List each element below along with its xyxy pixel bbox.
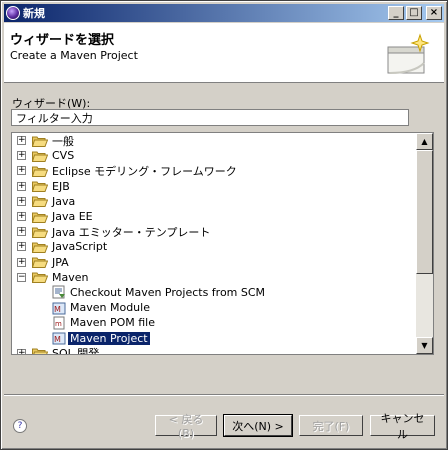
- tree-scrollbar[interactable]: ▲ ▼: [416, 133, 433, 354]
- scroll-up-button[interactable]: ▲: [416, 133, 433, 150]
- tree-item-label: 一般: [52, 134, 74, 148]
- tree-item-label-selected: Maven Project: [68, 331, 150, 345]
- expand-toggle[interactable]: +: [17, 166, 26, 176]
- tree-item[interactable]: + JavaScript: [12, 239, 416, 254]
- svg-text:M: M: [54, 335, 61, 344]
- tree-item[interactable]: M Maven Module: [12, 300, 416, 315]
- folder-icon: [31, 226, 49, 238]
- tree-item[interactable]: Checkout Maven Projects from SCM: [12, 285, 416, 300]
- wizard-icon: [387, 33, 430, 74]
- tree-item[interactable]: M Maven Project: [12, 330, 416, 345]
- tree-item-label: JPA: [52, 255, 69, 269]
- wizard-window: 新規 _ □ × ウィザードを選択 Create a Maven Project…: [0, 0, 448, 450]
- expand-toggle[interactable]: +: [17, 136, 26, 146]
- tree-item-label: CVS: [52, 149, 75, 163]
- eclipse-icon: [6, 6, 20, 20]
- tree-item[interactable]: − Maven: [12, 270, 416, 285]
- tree-item-label: SQL 開発: [52, 347, 100, 355]
- expand-toggle[interactable]: +: [17, 242, 26, 252]
- tree-item[interactable]: + EJB: [12, 179, 416, 194]
- folder-icon: [32, 347, 49, 354]
- folder-icon: [31, 211, 49, 223]
- svg-text:m: m: [55, 320, 62, 328]
- tree-item[interactable]: + SQL 開発: [12, 346, 416, 355]
- tree-item-label: Checkout Maven Projects from SCM: [70, 285, 266, 299]
- tree-item-label: Maven POM file: [70, 316, 156, 330]
- filter-input[interactable]: [11, 109, 409, 126]
- folder-icon: [31, 195, 49, 208]
- collapse-toggle[interactable]: −: [17, 272, 26, 282]
- scroll-down-button[interactable]: ▼: [416, 337, 433, 354]
- tree-item[interactable]: + CVS: [12, 148, 416, 163]
- folder-icon: [31, 271, 49, 284]
- tree-item-label: Maven Module: [70, 301, 150, 315]
- back-button[interactable]: < 戻る(B): [155, 413, 217, 440]
- tree-item[interactable]: + Eclipse モデリング・フレームワーク: [12, 163, 416, 178]
- tree-item[interactable]: + JPA: [12, 255, 416, 270]
- svg-text:M: M: [54, 305, 61, 314]
- folder-icon: [31, 241, 49, 253]
- tree-item-label: EJB: [52, 179, 70, 193]
- tree-item[interactable]: + Java エミッター・テンプレート: [12, 224, 416, 239]
- tree-item[interactable]: + Java: [12, 194, 416, 209]
- checkout-icon: [52, 285, 66, 299]
- tree-item-label: Java: [52, 194, 76, 208]
- banner-title: ウィザードを選択: [10, 33, 115, 48]
- button-separator: [4, 394, 444, 396]
- tree-item-label: JavaScript: [52, 240, 108, 254]
- folder-icon: [31, 256, 49, 269]
- tree-item[interactable]: m Maven POM file: [12, 315, 416, 330]
- tree-item-label: Java エミッター・テンプレート: [52, 225, 211, 239]
- expand-toggle[interactable]: +: [17, 227, 26, 237]
- next-button[interactable]: 次へ(N) >: [223, 414, 293, 437]
- expand-toggle[interactable]: +: [17, 181, 26, 191]
- folder-icon: [31, 165, 49, 177]
- maximize-button[interactable]: □: [406, 6, 422, 20]
- title-bar[interactable]: 新規 _ □ ×: [4, 4, 444, 22]
- help-icon[interactable]: ?: [13, 419, 27, 433]
- pom-file-icon: m: [52, 316, 66, 330]
- banner-subtitle: Create a Maven Project: [10, 49, 138, 62]
- maven-project-icon: M: [52, 331, 66, 345]
- wizard-banner: ウィザードを選択 Create a Maven Project: [4, 23, 444, 83]
- expand-toggle[interactable]: +: [17, 196, 26, 206]
- window-title: 新規: [23, 7, 45, 20]
- finish-button[interactable]: 完了(F): [299, 415, 363, 436]
- tree-item[interactable]: + Java EE: [12, 209, 416, 224]
- folder-icon: [31, 180, 49, 193]
- tree-item-label: Java EE: [52, 210, 93, 224]
- expand-toggle[interactable]: +: [17, 257, 26, 267]
- wizard-tree: + 一般 + CVS + Eclipse モデリング・フレームワーク + EJB + Java + J…: [11, 132, 434, 355]
- expand-toggle[interactable]: +: [17, 151, 26, 161]
- cancel-button[interactable]: キャンセル: [370, 412, 435, 441]
- folder-icon: [31, 150, 49, 162]
- maven-module-icon: M: [52, 301, 66, 315]
- tree-item[interactable]: + 一般: [12, 133, 416, 148]
- tree-item-label: Eclipse モデリング・フレームワーク: [52, 164, 237, 178]
- tree-item-label: Maven: [52, 270, 89, 284]
- expand-toggle[interactable]: +: [17, 348, 26, 354]
- wizard-tree-list: + 一般 + CVS + Eclipse モデリング・フレームワーク + EJB + Java + J…: [12, 133, 416, 355]
- folder-icon: [31, 135, 49, 147]
- expand-toggle[interactable]: +: [17, 212, 26, 222]
- close-button[interactable]: ×: [426, 6, 442, 20]
- scroll-thumb[interactable]: [416, 150, 433, 274]
- minimize-button[interactable]: _: [388, 6, 404, 20]
